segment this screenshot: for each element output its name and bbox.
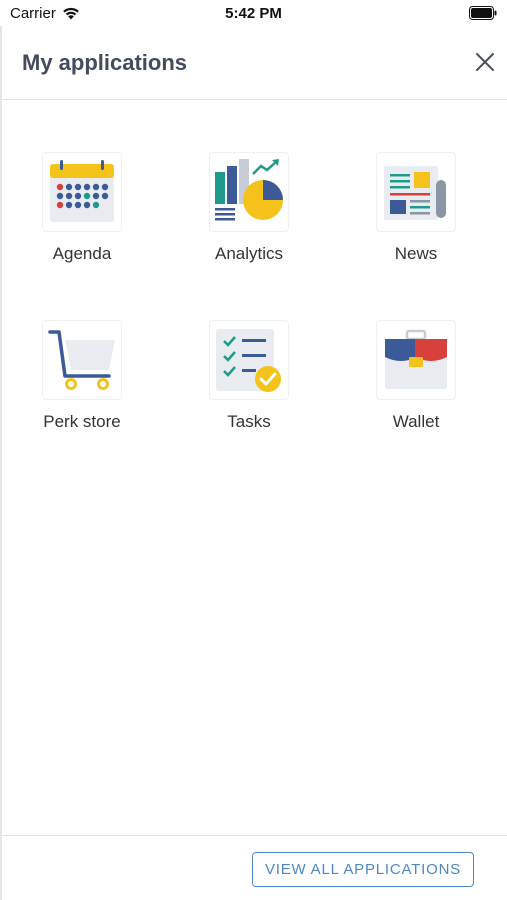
tasks-icon [216,329,281,392]
app-tile [42,152,122,232]
calendar-icon [50,160,114,222]
app-tasks[interactable]: Tasks [169,320,329,432]
sheet-footer: VIEW ALL APPLICATIONS [2,835,507,900]
app-agenda[interactable]: Agenda [2,152,162,264]
app-label: Analytics [214,244,284,263]
app-label: Agenda [52,244,112,263]
wallet-icon [385,329,447,389]
clock: 5:42 PM [225,5,282,22]
app-tile [376,320,456,400]
view-all-applications-button[interactable]: VIEW ALL APPLICATIONS [252,852,474,887]
app-perk-store[interactable]: Perk store [2,320,162,432]
app-tile [209,320,289,400]
applications-sheet: My applications Agenda Analytics News Pe… [0,26,507,900]
app-label: Wallet [392,412,440,431]
sheet-header: My applications [2,26,507,100]
analytics-icon [215,159,283,221]
app-tile [376,152,456,232]
app-analytics[interactable]: Analytics [169,152,329,264]
close-icon[interactable] [473,50,497,74]
app-label: News [394,244,438,263]
app-label: Perk store [43,412,121,431]
status-bar: Carrier 5:42 PM [0,0,507,28]
app-news[interactable]: News [336,152,496,264]
app-label: Tasks [227,412,271,431]
battery-icon [469,6,497,20]
cart-icon [48,330,115,390]
app-tile [42,320,122,400]
app-wallet[interactable]: Wallet [336,320,496,432]
newspaper-icon [384,166,446,220]
app-tile [209,152,289,232]
page-title: My applications [22,50,188,75]
